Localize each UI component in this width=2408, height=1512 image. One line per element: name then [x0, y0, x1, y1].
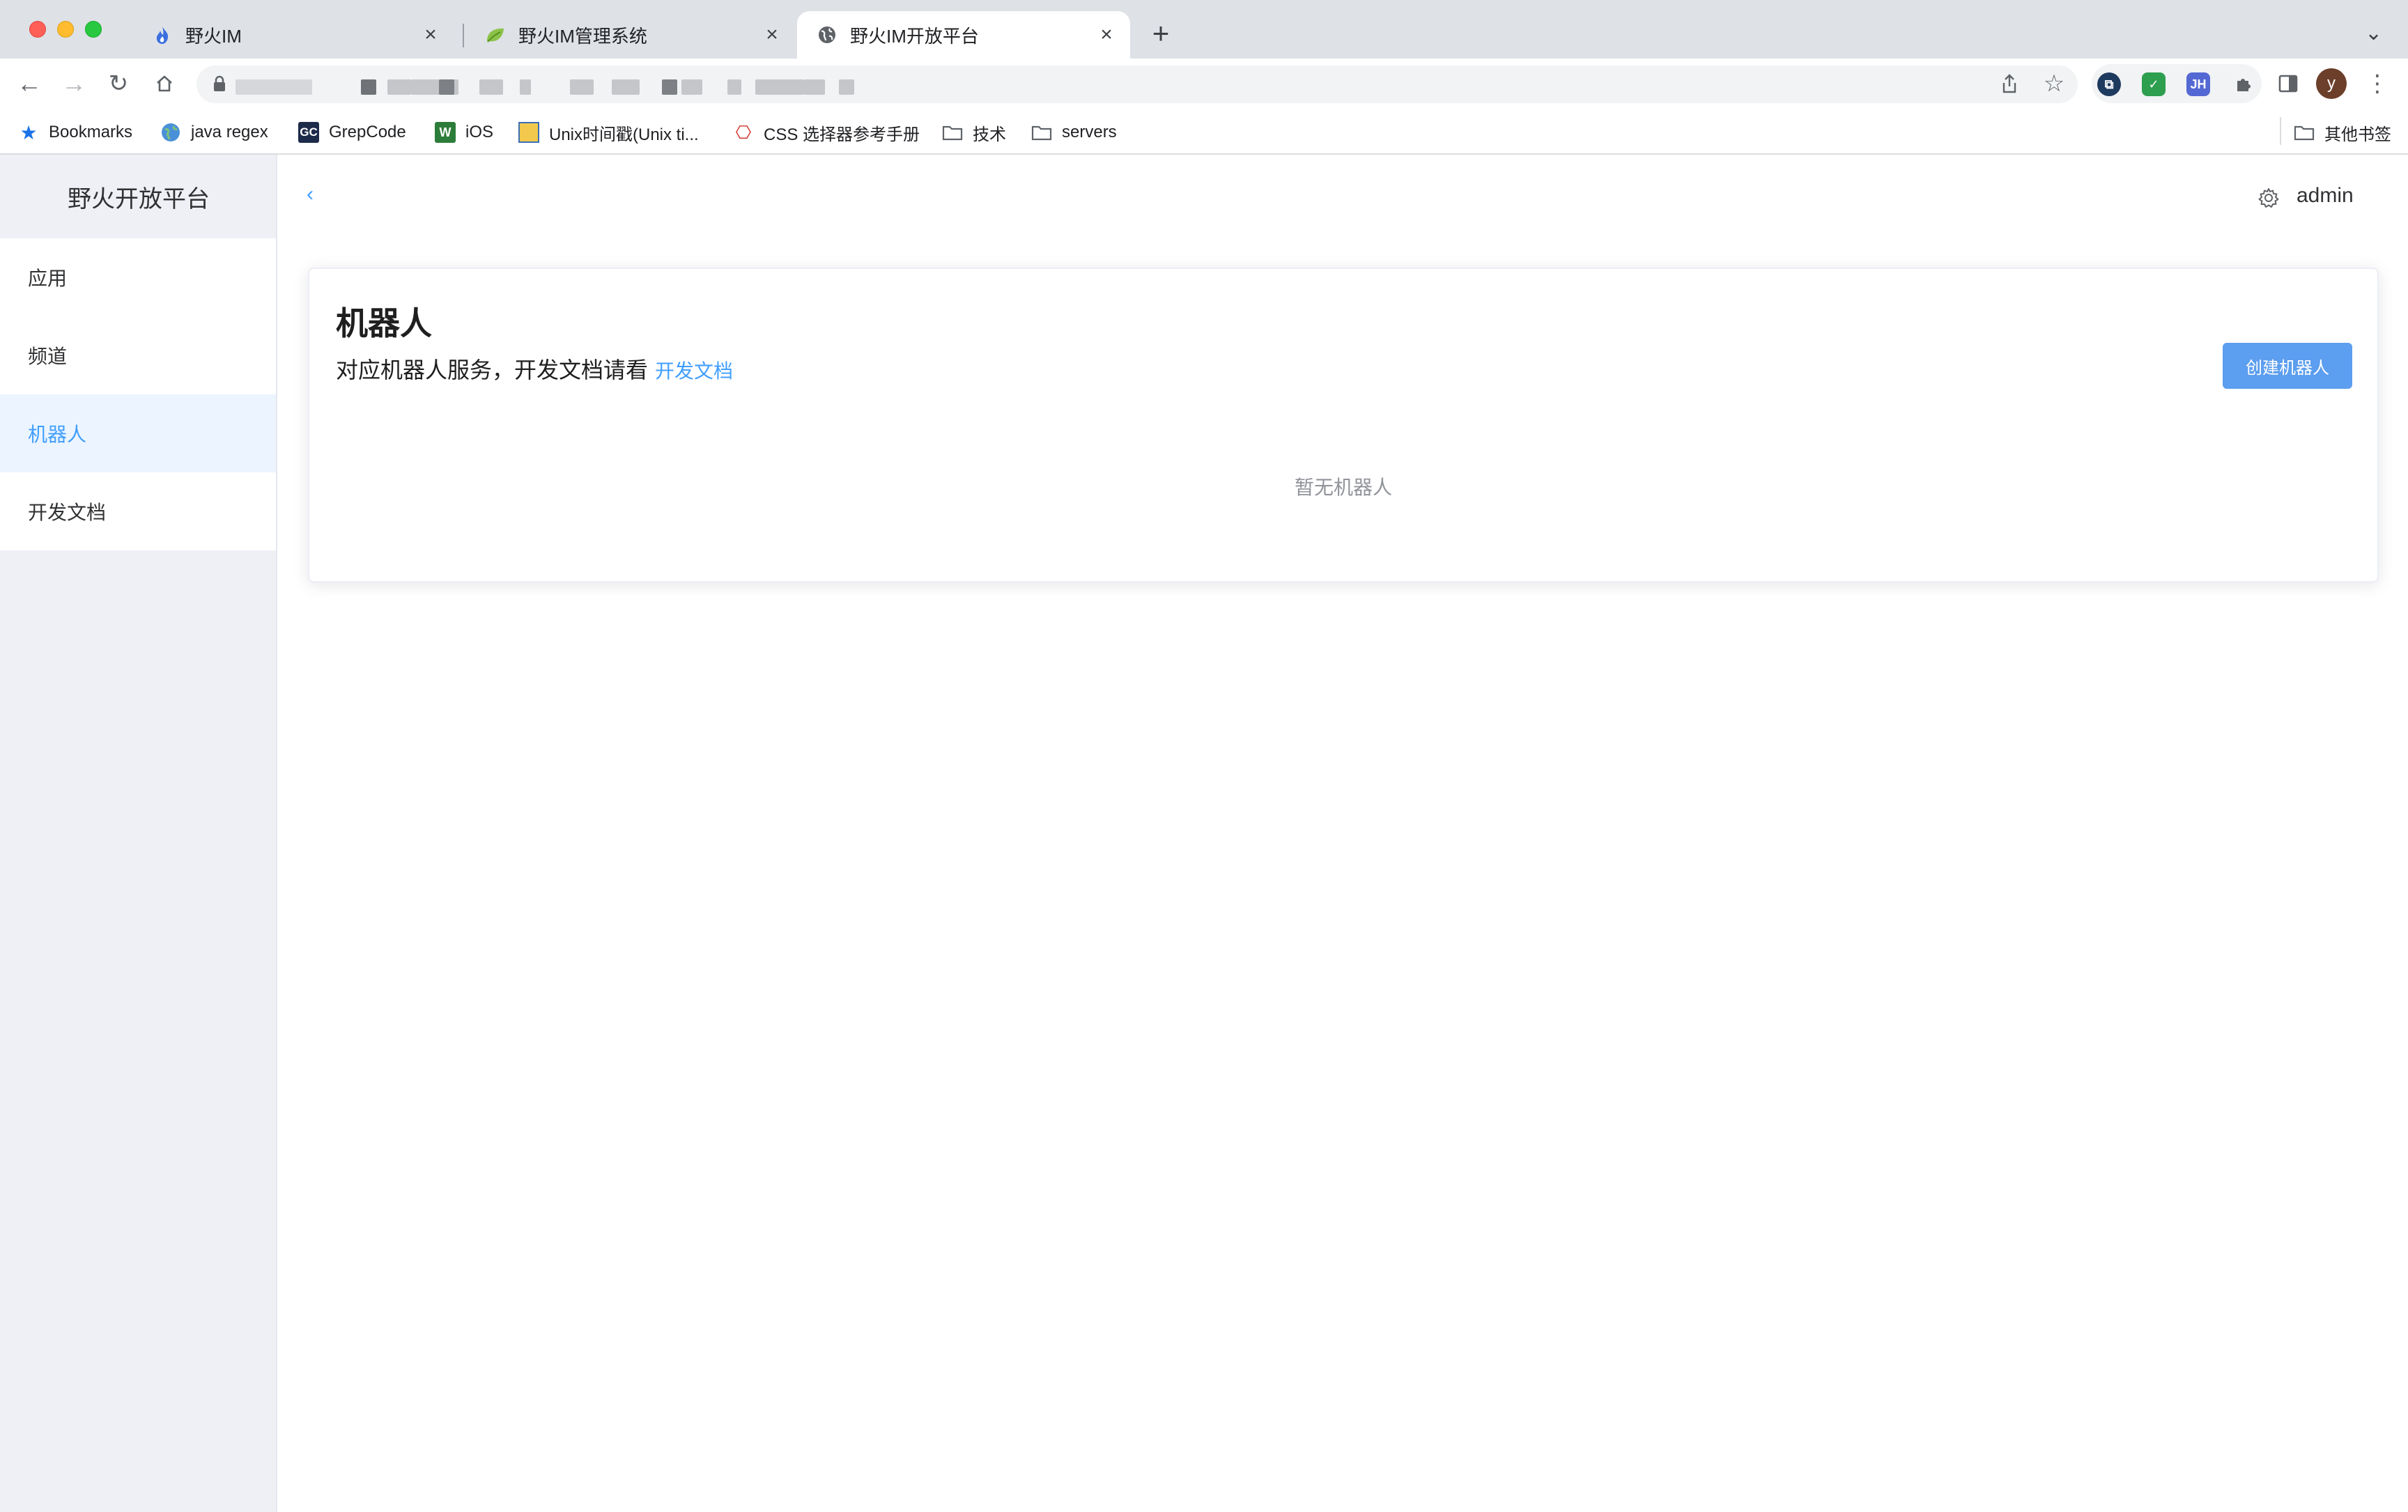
- bookmark-label: Bookmarks: [49, 123, 133, 141]
- back-icon[interactable]: ←: [15, 70, 43, 98]
- flame-icon: [152, 24, 173, 45]
- bookmark-item[interactable]: W iOS: [435, 111, 493, 153]
- jh-extension-icon[interactable]: JH: [2186, 72, 2210, 96]
- more-menu-icon[interactable]: ⋮: [2363, 70, 2391, 98]
- tab-title: 野火IM开放平台: [850, 25, 979, 47]
- folder-icon: [1031, 122, 1052, 143]
- profile-avatar[interactable]: y: [2316, 68, 2347, 99]
- reload-icon[interactable]: ↻: [105, 70, 132, 98]
- css-icon: ⎔: [735, 121, 752, 143]
- bookmark-label: iOS: [465, 123, 494, 141]
- browser-tab[interactable]: 野火IM管理系统 ×: [465, 11, 796, 59]
- settings-gear-icon[interactable]: [2258, 187, 2280, 209]
- collapse-sidebar-icon[interactable]: ‹: [307, 183, 314, 206]
- sidebar-item-dev-docs[interactable]: 开发文档: [0, 472, 276, 550]
- close-icon[interactable]: ×: [761, 24, 783, 46]
- bookmark-item[interactable]: ★ Bookmarks: [18, 111, 132, 153]
- card-description: 对应机器人服务，开发文档请看 开发文档: [336, 353, 733, 385]
- unix-icon: [518, 122, 539, 143]
- bookmarks-bar: ★ Bookmarks java regex GC GrepCode W iOS…: [0, 111, 2408, 153]
- ios-icon: W: [435, 122, 456, 143]
- leaf-icon: [485, 24, 506, 45]
- side-panel-icon[interactable]: [2274, 70, 2302, 98]
- dev-docs-link[interactable]: 开发文档: [655, 360, 733, 382]
- lock-icon: [214, 75, 225, 91]
- bookmark-folder[interactable]: 技术: [942, 111, 1006, 153]
- user-name[interactable]: admin: [2297, 184, 2354, 208]
- sidebar-item-robots[interactable]: 机器人: [0, 394, 276, 472]
- bookmark-label: 技术: [973, 125, 1006, 144]
- shield-icon[interactable]: ✓: [2142, 72, 2166, 96]
- empty-state-text: 暂无机器人: [1294, 477, 1392, 498]
- puzzle-icon[interactable]: [2230, 70, 2258, 98]
- bookmark-label: servers: [1062, 123, 1117, 141]
- main-content: ‹ admin 机器人 对应机器人服务，开发文档请看 开发文档 创建机器人 暂无机…: [279, 155, 2408, 1512]
- grepcode-icon: GC: [298, 122, 319, 143]
- folder-icon: [942, 122, 963, 143]
- extension-icon[interactable]: ⧉: [2097, 72, 2121, 96]
- bookmark-label: CSS 选择器参考手册: [764, 125, 920, 144]
- chevron-down-icon[interactable]: ⌄: [2365, 21, 2382, 45]
- robots-card: 机器人 对应机器人服务，开发文档请看 开发文档 创建机器人 暂无机器人: [308, 268, 2379, 583]
- window-close-button[interactable]: [29, 21, 46, 38]
- bookmark-item[interactable]: GC GrepCode: [298, 111, 406, 153]
- bookmark-item[interactable]: java regex: [160, 111, 268, 153]
- bookmark-item[interactable]: ⎔ CSS 选择器参考手册: [733, 111, 920, 153]
- new-tab-button[interactable]: +: [1147, 19, 1175, 48]
- folder-icon: [2294, 122, 2315, 143]
- close-icon[interactable]: ×: [419, 24, 442, 46]
- sidebar-item-label: 开发文档: [28, 502, 107, 523]
- tab-divider: [463, 24, 464, 47]
- bookmark-label: 其他书签: [2324, 125, 2391, 144]
- home-icon[interactable]: [150, 70, 178, 98]
- sidebar-menu: 应用 频道 机器人 开发文档: [0, 238, 276, 550]
- sidebar: 野火开放平台 应用 频道 机器人 开发文档: [0, 155, 277, 1512]
- address-bar[interactable]: [196, 65, 2078, 103]
- window-maximize-button[interactable]: [85, 21, 102, 38]
- close-icon[interactable]: ×: [1095, 24, 1118, 46]
- bookmark-label: Unix时间戳(Unix ti...: [549, 125, 699, 144]
- bookmark-label: GrepCode: [329, 123, 406, 141]
- sidebar-item-apps[interactable]: 应用: [0, 238, 276, 316]
- url-redacted: [236, 72, 877, 96]
- brand-title: 野火开放平台: [68, 185, 210, 213]
- tab-title: 野火IM管理系统: [518, 25, 647, 47]
- sidebar-item-label: 频道: [28, 346, 68, 367]
- create-robot-button[interactable]: 创建机器人: [2223, 343, 2352, 389]
- other-bookmarks-folder[interactable]: 其他书签: [2294, 111, 2391, 153]
- window-minimize-button[interactable]: [57, 21, 74, 38]
- browser-tab-strip: 野火IM × 野火IM管理系统 × 野火IM开放平台 × + ⌄: [0, 0, 2408, 59]
- forward-icon[interactable]: →: [60, 70, 88, 98]
- description-text: 对应机器人服务，开发文档请看: [336, 357, 649, 383]
- browser-tab[interactable]: 野火IM ×: [132, 11, 454, 59]
- tab-title: 野火IM: [185, 25, 242, 47]
- globe-icon: [817, 24, 838, 45]
- sidebar-item-channels[interactable]: 频道: [0, 316, 276, 394]
- sidebar-item-label: 应用: [28, 268, 68, 289]
- browser-tab-active[interactable]: 野火IM开放平台 ×: [797, 11, 1130, 59]
- bookmark-star-icon[interactable]: ☆: [2040, 70, 2068, 98]
- star-icon: ★: [20, 121, 38, 144]
- sidebar-item-label: 机器人: [28, 424, 87, 445]
- page-title: 机器人: [336, 305, 432, 341]
- share-icon[interactable]: [1996, 70, 2023, 98]
- bookmark-label: java regex: [191, 123, 268, 141]
- globe-icon: [160, 122, 181, 143]
- bookmark-item[interactable]: Unix时间戳(Unix ti...: [518, 111, 699, 153]
- bookmarks-divider: [2280, 117, 2281, 145]
- bookmark-folder[interactable]: servers: [1031, 111, 1117, 153]
